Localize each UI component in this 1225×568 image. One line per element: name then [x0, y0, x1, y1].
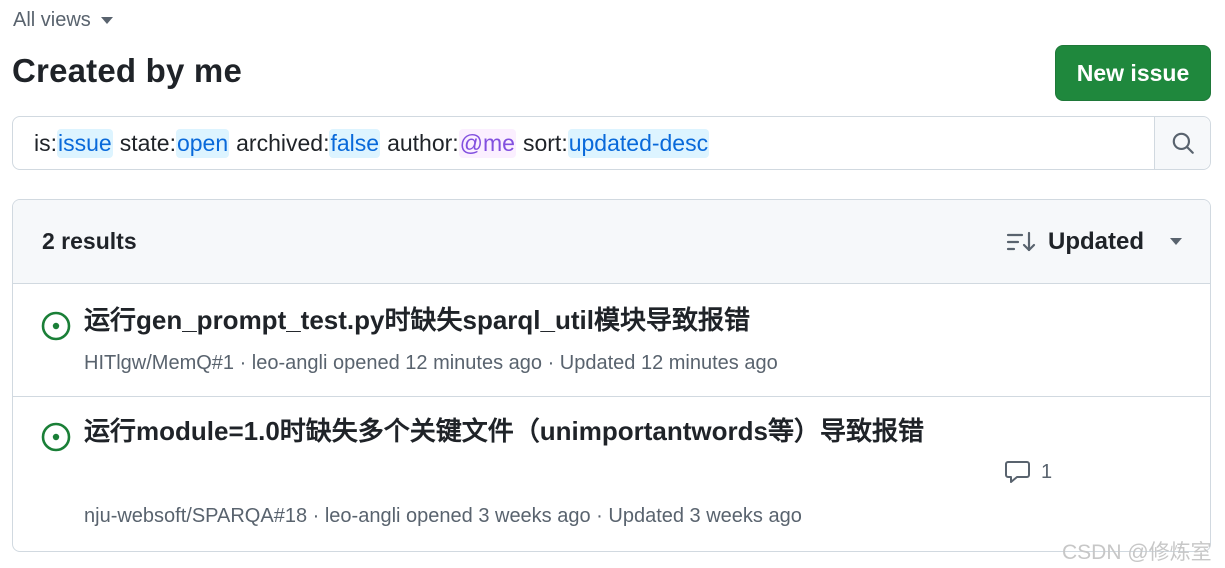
- sort-dropdown[interactable]: Updated: [1006, 228, 1182, 256]
- view-switcher[interactable]: All views: [13, 9, 113, 32]
- issue-title-link[interactable]: 运行gen_prompt_test.py时缺失sparql_util模块导致报错: [84, 300, 750, 341]
- search-token-value: open: [175, 128, 230, 158]
- search-token-value: @me: [458, 128, 516, 158]
- issue-row[interactable]: 运行gen_prompt_test.py时缺失sparql_util模块导致报错…: [13, 284, 1210, 397]
- search-button[interactable]: [1154, 117, 1210, 169]
- search-bar: is: issue state: open archived: false autho…: [12, 116, 1211, 170]
- search-token-value: updated-desc: [567, 128, 710, 158]
- search-icon: [1172, 132, 1194, 154]
- comment-count[interactable]: 1: [1004, 459, 1052, 485]
- search-token-key: archived:: [236, 129, 330, 156]
- results-count: 2 results: [42, 228, 137, 254]
- search-token-value: false: [329, 128, 381, 158]
- issue-meta: HITlgw/MemQ#1 · leo-angli opened 12 minu…: [84, 352, 778, 375]
- new-issue-button[interactable]: New issue: [1055, 45, 1211, 101]
- results-list: 2 results Updated 运行gen_prompt_test.py时缺…: [12, 199, 1211, 552]
- sort-label: Updated: [1048, 227, 1144, 255]
- comment-icon: [1005, 461, 1030, 483]
- watermark: CSDN @修炼室: [1062, 541, 1212, 564]
- page-title: Created by me: [12, 52, 243, 89]
- sort-desc-icon: [1006, 231, 1036, 251]
- search-token-key: state:: [119, 129, 176, 156]
- issue-opened-icon: [41, 311, 71, 341]
- issue-repo-link[interactable]: nju-websoft/SPARQA#18: [84, 505, 307, 527]
- view-switcher-label: All views: [13, 9, 91, 31]
- issue-row[interactable]: 运行module=1.0时缺失多个关键文件（unimportantwords等）…: [13, 397, 1210, 551]
- issue-meta-text: · leo-angli opened 3 weeks ago · Updated…: [312, 505, 802, 527]
- search-token-key: author:: [387, 129, 459, 156]
- search-token-value: issue: [57, 128, 113, 158]
- issue-opened-icon: [41, 422, 71, 452]
- issue-repo-link[interactable]: HITlgw/MemQ#1: [84, 352, 234, 374]
- results-header: 2 results Updated: [13, 200, 1210, 284]
- search-token-key: sort:: [522, 129, 568, 156]
- issue-meta-text: · leo-angli opened 12 minutes ago · Upda…: [239, 352, 778, 374]
- comment-count-value: 1: [1041, 460, 1053, 483]
- triangle-down-icon: [1170, 238, 1182, 245]
- search-input[interactable]: is: issue state: open archived: false autho…: [13, 117, 1154, 169]
- search-token-key: is:: [34, 129, 57, 156]
- issue-title-link[interactable]: 运行module=1.0时缺失多个关键文件（unimportantwords等）…: [84, 411, 924, 452]
- issue-meta: nju-websoft/SPARQA#18 · leo-angli opened…: [84, 505, 802, 528]
- triangle-down-icon: [100, 17, 113, 24]
